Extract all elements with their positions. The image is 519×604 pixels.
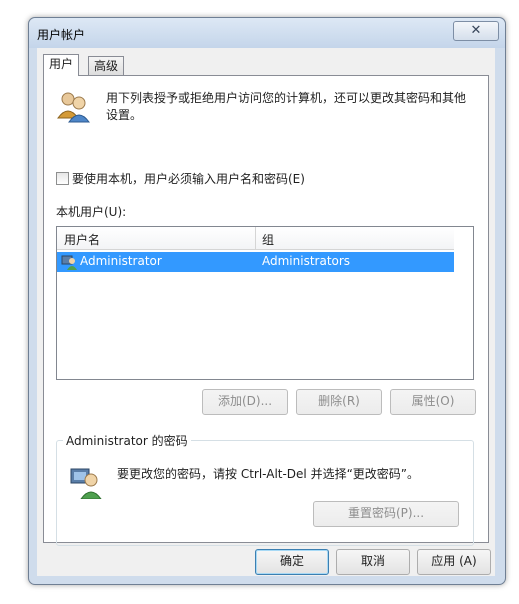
- users-icon: [57, 92, 90, 123]
- reset-password-button[interactable]: 重置密码(P)...: [313, 501, 459, 527]
- client-area: 用户 高级 用下列表授予或拒绝用户访问您的计算机，还可以更改其密码和其他设置。 …: [37, 48, 495, 576]
- password-group-title: Administrator 的密码: [63, 432, 191, 449]
- password-groupbox: Administrator 的密码 要更改您的密码，请按 Ctrl-Alt-De…: [56, 432, 474, 546]
- tab-users[interactable]: 用户: [43, 54, 80, 76]
- close-button[interactable]: ✕: [453, 21, 499, 41]
- column-separator[interactable]: [255, 227, 256, 249]
- ok-button[interactable]: 确定: [255, 549, 329, 575]
- user-icon: [61, 255, 77, 270]
- require-password-checkbox[interactable]: [56, 172, 69, 185]
- cancel-button[interactable]: 取消: [336, 549, 410, 575]
- apply-button[interactable]: 应用 (A): [417, 549, 491, 575]
- window-title: 用户帐户: [37, 28, 86, 42]
- users-list-label: 本机用户(U):: [56, 205, 127, 219]
- tab-advanced[interactable]: 高级: [88, 56, 125, 76]
- table-row[interactable]: Administrator Administrators: [57, 252, 454, 272]
- users-listview[interactable]: 用户名 组 Administrator Administrators: [56, 226, 474, 380]
- require-password-label[interactable]: 要使用本机，用户必须输入用户名和密码(E): [72, 170, 305, 187]
- title-bar[interactable]: 用户帐户 ✕: [29, 18, 505, 48]
- password-message: 要更改您的密码，请按 Ctrl-Alt-Del 并选择“更改密码”。: [117, 467, 420, 481]
- tab-panel-users: 用下列表授予或拒绝用户访问您的计算机，还可以更改其密码和其他设置。 要使用本机，…: [43, 75, 489, 546]
- add-button[interactable]: 添加(D)...: [202, 389, 288, 415]
- user-key-icon: [70, 468, 102, 499]
- remove-button[interactable]: 删除(R): [296, 389, 382, 415]
- column-header-username[interactable]: 用户名: [64, 231, 100, 248]
- dialog-window: 用户帐户 ✕ 用户 高级 用下列表授予或拒绝用户访问您的计算机，还可以更改其密码…: [28, 17, 506, 585]
- description-text: 用下列表授予或拒绝用户访问您的计算机，还可以更改其密码和其他设置。: [106, 91, 467, 122]
- column-header-group[interactable]: 组: [262, 231, 274, 248]
- row-username: Administrator: [80, 254, 162, 268]
- row-group: Administrators: [262, 254, 351, 268]
- properties-button[interactable]: 属性(O): [390, 389, 476, 415]
- listview-header: 用户名 组: [57, 227, 454, 250]
